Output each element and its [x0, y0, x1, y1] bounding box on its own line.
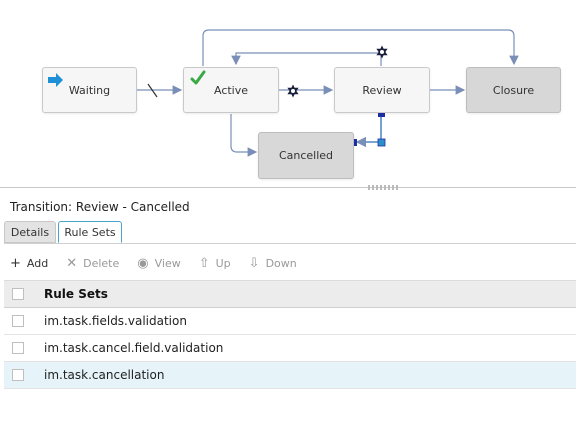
- gear-icon[interactable]: [287, 84, 299, 98]
- state-cancelled[interactable]: Cancelled: [258, 132, 354, 179]
- workflow-diagram[interactable]: Waiting Active Review Closure Cancelled: [0, 0, 576, 190]
- up-label: Up: [215, 256, 231, 270]
- delete-x-icon: ✕: [66, 255, 78, 271]
- row-checkbox[interactable]: [12, 315, 24, 327]
- state-label: Closure: [492, 83, 535, 97]
- arrow-down-icon: ⇩: [248, 255, 260, 271]
- state-waiting[interactable]: Waiting: [42, 67, 137, 113]
- eye-icon: ◉: [137, 255, 149, 271]
- down-label: Down: [265, 256, 297, 270]
- start-arrow-icon: [48, 73, 64, 90]
- view-label: View: [154, 256, 181, 270]
- rule-set-name: im.task.cancellation: [44, 368, 165, 382]
- selection-handle-bend[interactable]: [377, 138, 386, 147]
- add-label: Add: [26, 256, 49, 270]
- delete-button[interactable]: ✕ Delete: [66, 257, 119, 270]
- table-header-row: Rule Sets: [4, 280, 576, 308]
- connector-active-cancelled[interactable]: [230, 114, 258, 157]
- transition-title: Transition: Review - Cancelled: [10, 200, 190, 214]
- view-button[interactable]: ◉ View: [137, 257, 180, 270]
- tab-details[interactable]: Details: [4, 221, 56, 243]
- table-row[interactable]: im.task.fields.validation: [4, 308, 576, 335]
- checkmark-icon: [190, 70, 206, 89]
- state-closure[interactable]: Closure: [466, 67, 561, 113]
- connector-review-active[interactable]: [231, 52, 382, 66]
- connector-active-closure[interactable]: [202, 29, 519, 66]
- tab-divider: [4, 243, 576, 244]
- down-button[interactable]: ⇩ Down: [249, 257, 297, 270]
- state-active[interactable]: Active: [183, 67, 279, 113]
- row-checkbox[interactable]: [12, 342, 24, 354]
- row-checkbox[interactable]: [12, 369, 24, 381]
- rule-set-name: im.task.fields.validation: [44, 314, 187, 328]
- state-label: Active: [213, 83, 249, 97]
- select-all-checkbox[interactable]: [12, 288, 24, 300]
- tab-rule-sets[interactable]: Rule Sets: [58, 221, 122, 243]
- state-label: Review: [362, 83, 402, 97]
- rule-sets-toolbar: + Add ✕ Delete ◉ View ⇧ Up ⇩ Down: [10, 254, 315, 272]
- connector-review-cancelled[interactable]: [355, 114, 382, 148]
- delete-label: Delete: [83, 256, 120, 270]
- gear-icon[interactable]: [376, 45, 388, 59]
- rule-sets-table: Rule Sets im.task.fields.validation im.t…: [4, 280, 576, 389]
- splitter[interactable]: [0, 187, 576, 188]
- rule-set-name: im.task.cancel.field.validation: [44, 341, 224, 355]
- arrow-up-icon: ⇧: [198, 255, 210, 271]
- state-review[interactable]: Review: [334, 67, 430, 113]
- table-row[interactable]: im.task.cancellation: [4, 362, 576, 389]
- state-label: Waiting: [68, 83, 111, 97]
- add-button[interactable]: + Add: [10, 257, 48, 270]
- table-row[interactable]: im.task.cancel.field.validation: [4, 335, 576, 362]
- plus-icon: +: [10, 255, 21, 271]
- splitter-grip[interactable]: [368, 185, 398, 190]
- state-label: Cancelled: [278, 149, 334, 162]
- up-button[interactable]: ⇧ Up: [199, 257, 231, 270]
- column-header-rule-sets[interactable]: Rule Sets: [44, 287, 108, 301]
